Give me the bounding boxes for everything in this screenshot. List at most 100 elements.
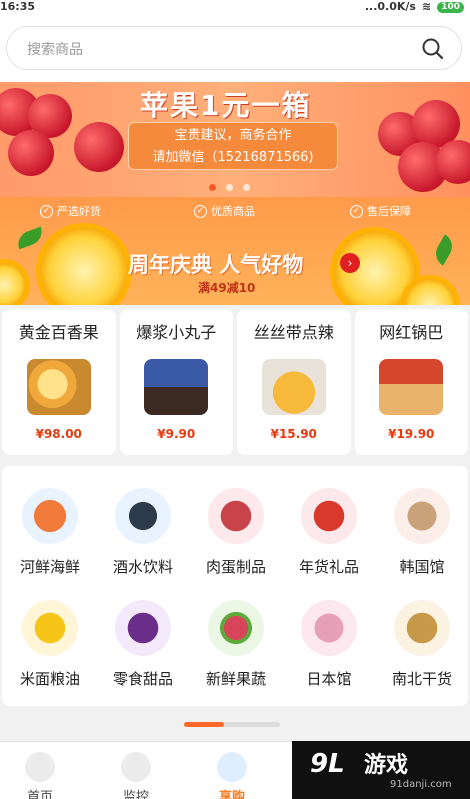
scroll-indicator-thumb [184,722,224,727]
check-icon: ✓ [350,204,363,218]
search-icon[interactable] [421,37,445,61]
status-right: ...0.0K/s ≋ 100 [365,0,464,14]
tab-label: 监控 [122,790,149,799]
category-item[interactable]: 韩国馆 [377,466,467,576]
search-placeholder: 搜索商品 [27,42,83,58]
spicy-snack-image [261,359,326,415]
product-card[interactable]: 黄金百香果 ¥98.00 [2,309,116,455]
orange-slice-image [36,223,132,305]
category-label: 日本馆 [306,670,352,688]
rice-crust-image [379,359,444,415]
category-item[interactable]: 新鲜果蔬 [191,578,281,688]
featured-products: 黄金百香果 ¥98.00 爆浆小丸子 ¥9.90 丝丝带点辣 ¥15.90 网红… [0,309,470,455]
check-icon: ✓ [194,204,207,218]
product-price: ¥19.90 [388,427,435,441]
category-item[interactable]: 酒水饮料 [98,466,188,576]
category-label: 新鲜果蔬 [205,670,266,688]
category-grid: 河鲜海鲜 酒水饮料 肉蛋制品 年货礼品 韩国馆 米面粮油 零食甜品 新鲜果蔬 日… [2,466,468,706]
status-bar: 16:35 ...0.0K/s ≋ 100 [0,0,470,14]
product-card[interactable]: 网红锅巴 ¥19.90 [354,309,468,455]
banner-title: 苹果1元一箱 [140,89,312,122]
camera-icon [121,752,151,782]
guarantee-label: 优质商品 [211,205,255,218]
battery-indicator: 100 [437,1,464,13]
banner-line2: 请加微信（15216871566) [152,150,314,165]
apple-banner[interactable]: 苹果1元一箱 宝贵建议，商务合作 请加微信（15216871566) [0,82,470,197]
dried-goods-icon [394,600,450,656]
watermark-logo: 9L [310,749,345,779]
category-label: 零食甜品 [112,670,173,688]
grain-oil-icon [22,600,78,656]
carousel-dots [209,184,250,191]
product-card[interactable]: 爆浆小丸子 ¥9.90 [119,309,233,455]
carousel-dot[interactable] [226,184,233,191]
orange-slice-image [0,259,30,305]
product-name: 黄金百香果 [18,323,99,342]
tab-label: 首页 [26,790,53,799]
product-name: 丝丝带点辣 [253,323,334,342]
product-price: ¥15.90 [270,427,317,441]
category-item[interactable]: 米面粮油 [5,578,95,688]
banner-line1: 宝贵建议，商务合作 [174,128,292,143]
promo-headline: 周年庆典 人气好物 [128,253,304,277]
guarantee-item: ✓ 严选好货 [40,203,101,219]
japan-products-icon [301,600,357,656]
seafood-icon [22,488,78,544]
cosmetics-icon [394,488,450,544]
watermark: 9L 游戏 91danji.com [292,741,470,799]
product-name: 网红锅巴 [379,323,444,342]
home-icon [25,752,55,782]
product-card[interactable]: 丝丝带点辣 ¥15.90 [237,309,351,455]
carousel-dot[interactable] [243,184,250,191]
watermark-domain: 91danji.com [390,779,452,790]
status-time: 16:35 [0,0,36,13]
vegetables-icon [208,600,264,656]
promo-subtitle: 满49减10 [198,281,256,295]
meat-icon [208,488,264,544]
tab-monitor[interactable]: 监控 [96,742,176,799]
chevron-right-icon[interactable]: › [340,253,360,273]
category-item[interactable]: 年货礼品 [284,466,374,576]
category-item[interactable]: 日本馆 [284,578,374,688]
guarantee-item: ✓ 优质商品 [194,203,255,219]
search-input[interactable]: 搜索商品 [6,26,462,70]
apple-image [8,130,54,176]
leaf-image [14,226,46,250]
product-price: ¥98.00 [35,427,82,441]
banner-contact-box: 宝贵建议，商务合作 请加微信（15216871566) [128,122,338,170]
tab-label: 享购 [218,790,245,799]
wifi-icon: ≋ [421,0,432,13]
network-speed: ...0.0K/s [364,0,416,13]
drinks-icon [115,488,171,544]
category-label: 米面粮油 [19,670,80,688]
snacks-icon [115,600,171,656]
category-item[interactable]: 肉蛋制品 [191,466,281,576]
check-icon: ✓ [40,204,53,218]
guarantee-item: ✓ 售后保障 [350,203,411,219]
gift-box-icon [301,488,357,544]
leaf-image [430,234,458,266]
product-name: 爆浆小丸子 [136,323,217,342]
product-price: ¥9.90 [157,427,196,441]
carousel-dot-active[interactable] [209,184,216,191]
shopping-box-icon [217,752,247,782]
search-header: 搜索商品 [0,14,470,82]
tab-home[interactable]: 首页 [0,742,80,799]
category-label: 酒水饮料 [112,558,173,576]
apple-image [74,122,124,172]
guarantee-label: 售后保障 [367,205,411,218]
category-item[interactable]: 南北干货 [377,578,467,688]
tab-shop[interactable]: 享购 [192,742,272,799]
scroll-indicator [184,722,280,727]
passion-fruit-image [26,359,91,415]
category-item[interactable]: 河鲜海鲜 [5,466,95,576]
category-label: 南北干货 [391,670,452,688]
watermark-title: 游戏 [364,753,409,778]
category-item[interactable]: 零食甜品 [98,578,188,688]
snack-balls-image [144,359,209,415]
category-label: 韩国馆 [399,558,445,576]
promo-banner[interactable]: ✓ 严选好货 ✓ 优质商品 ✓ 售后保障 周年庆典 人气好物 › 满49减10 [0,197,470,305]
category-label: 年货礼品 [298,558,359,576]
category-label: 河鲜海鲜 [19,558,80,576]
category-label: 肉蛋制品 [205,558,266,576]
